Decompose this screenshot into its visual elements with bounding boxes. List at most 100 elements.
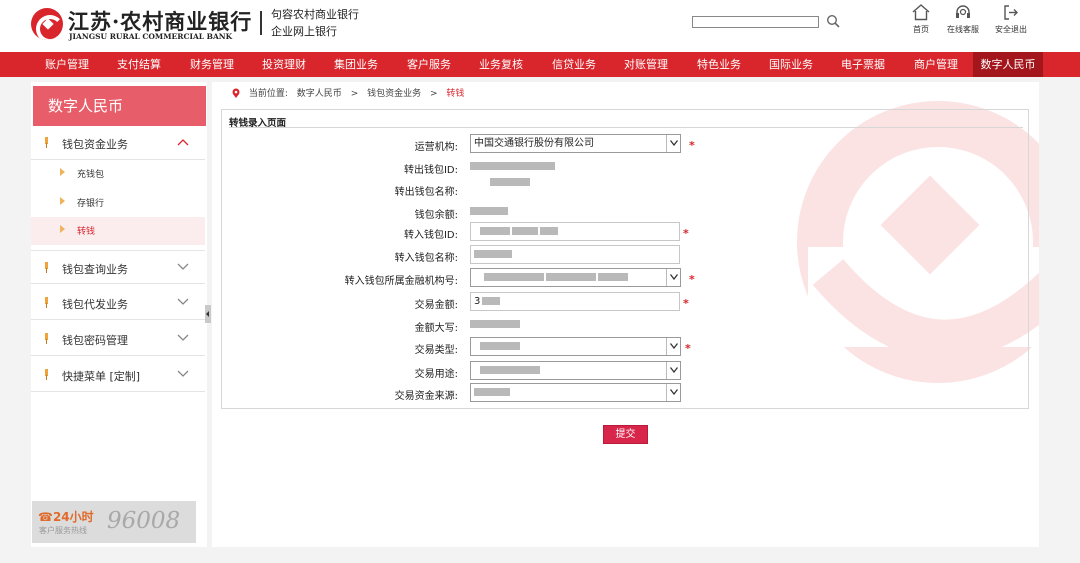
redacted-value xyxy=(474,388,510,396)
online-service-label: 在线客服 xyxy=(947,25,979,34)
sidebar-collapse-button[interactable] xyxy=(205,305,211,323)
org-select-value: 中国交通银行股份有限公司 xyxy=(474,138,594,149)
home-icon xyxy=(912,4,930,21)
nav-item-finance[interactable]: 财务管理 xyxy=(177,52,247,77)
amount-input[interactable]: 3 xyxy=(470,292,680,311)
sidebar-group-wallet-password[interactable]: 钱包密码管理 xyxy=(31,322,205,356)
nav-item-special[interactable]: 特色业务 xyxy=(684,52,754,77)
hotline-number: 96008 xyxy=(107,508,181,534)
form-row-out-name: 转出钱包名称: xyxy=(222,177,1030,201)
logout-icon xyxy=(1004,5,1018,20)
redacted-value xyxy=(598,273,628,281)
arrow-right-icon xyxy=(60,225,65,233)
form-row-in-name: 转入钱包名称: xyxy=(222,245,1030,267)
required-mark: * xyxy=(685,342,691,355)
chevron-down-icon xyxy=(666,338,680,355)
in-id-label: 转入钱包ID: xyxy=(403,230,458,241)
sidebar-item-label: 存银行 xyxy=(77,199,105,209)
form-row-purpose: 交易用途: xyxy=(222,361,1030,383)
form-row-in-org: 转入钱包所属金融机构号: * xyxy=(222,268,1030,290)
home-link[interactable]: 首页 xyxy=(898,4,944,35)
in-name-label: 转入钱包名称: xyxy=(394,253,458,264)
main-content: 当前位置: 数字人民币 > 钱包资金业务 > 转钱 转钱录入页面 运营机构: 中… xyxy=(212,82,1039,547)
sidebar-item-deposit-bank[interactable]: 存银行 xyxy=(31,189,205,217)
sidebar-item-label: 转钱 xyxy=(77,227,96,237)
sidebar-group-wallet-funds[interactable]: 钱包资金业务 xyxy=(31,126,205,160)
redacted-value xyxy=(490,178,530,186)
breadcrumb-item[interactable]: 钱包资金业务 xyxy=(367,89,421,99)
nav-item-account[interactable]: 账户管理 xyxy=(32,52,102,77)
balance-value xyxy=(470,206,510,217)
sidebar-group-wallet-query[interactable]: 钱包查询业务 xyxy=(31,250,205,284)
pin-icon xyxy=(45,297,48,308)
balance-label: 钱包余额: xyxy=(414,210,458,221)
breadcrumb-item[interactable]: 数字人民币 xyxy=(297,89,342,99)
in-id-input[interactable] xyxy=(470,222,680,241)
nav-item-credit[interactable]: 信贷业务 xyxy=(539,52,609,77)
header: 江苏·农村商业银行 JIANGSU RURAL COMMERCIAL BANK … xyxy=(0,0,1080,52)
nav-item-reconcile[interactable]: 对账管理 xyxy=(611,52,681,77)
form-row-in-id: 转入钱包ID: * xyxy=(222,222,1030,244)
sidebar-title: 数字人民币 xyxy=(33,86,206,126)
nav-item-digital-rmb[interactable]: 数字人民币 xyxy=(973,52,1043,77)
form-row-amount-cn: 金额大写: xyxy=(222,315,1030,337)
redacted-value xyxy=(470,207,508,215)
pin-icon xyxy=(45,137,48,148)
hotline-24h: ☎24小时 xyxy=(38,510,94,524)
nav-item-review[interactable]: 业务复核 xyxy=(466,52,536,77)
main-nav: 账户管理 支付结算 财务管理 投资理财 集团业务 客户服务 业务复核 信贷业务 … xyxy=(0,52,1080,77)
nav-item-ebill[interactable]: 电子票据 xyxy=(828,52,898,77)
pin-icon xyxy=(45,262,48,273)
form-row-source: 交易资金来源: xyxy=(222,383,1030,405)
form-row-balance: 钱包余额: xyxy=(222,202,1030,224)
in-name-input[interactable] xyxy=(470,245,680,264)
redacted-value xyxy=(546,273,596,281)
sidebar-group-wallet-payroll[interactable]: 钱包代发业务 xyxy=(31,286,205,320)
bank-logo-icon xyxy=(31,8,63,40)
redacted-value xyxy=(482,297,501,305)
redacted-value xyxy=(470,320,520,328)
search-icon[interactable] xyxy=(826,14,840,28)
redacted-value xyxy=(480,227,510,235)
nav-item-merchant[interactable]: 商户管理 xyxy=(901,52,971,77)
nav-item-payment[interactable]: 支付结算 xyxy=(104,52,174,77)
purpose-select[interactable] xyxy=(470,361,681,380)
nav-item-investment[interactable]: 投资理财 xyxy=(249,52,319,77)
logout-link[interactable]: 安全退出 xyxy=(988,4,1034,35)
form-title-divider xyxy=(229,127,1023,128)
required-mark: * xyxy=(683,227,689,240)
out-id-label: 转出钱包ID: xyxy=(403,165,458,176)
hotline-subtitle: 客户服务热线 xyxy=(39,526,87,535)
type-select[interactable] xyxy=(470,337,681,356)
logo-divider xyxy=(260,11,262,35)
nav-item-group[interactable]: 集团业务 xyxy=(321,52,391,77)
bank-name-subtitle: 企业网上银行 xyxy=(271,25,337,38)
in-org-select[interactable] xyxy=(470,268,681,287)
out-name-label: 转出钱包名称: xyxy=(394,187,458,198)
submit-button[interactable]: 提交 xyxy=(603,425,648,444)
online-service-link[interactable]: 在线客服 xyxy=(940,4,986,35)
amount-cn-value xyxy=(470,319,522,330)
source-label: 交易资金来源: xyxy=(394,391,458,402)
nav-item-international[interactable]: 国际业务 xyxy=(756,52,826,77)
search-input[interactable] xyxy=(692,16,819,28)
required-mark: * xyxy=(689,273,695,286)
sidebar-item-transfer[interactable]: 转钱 xyxy=(31,217,205,245)
out-name-value xyxy=(490,177,532,188)
redacted-value xyxy=(470,162,555,170)
nav-item-customer[interactable]: 客户服务 xyxy=(394,52,464,77)
form-row-out-id: 转出钱包ID: xyxy=(222,157,1030,179)
headset-icon xyxy=(956,5,970,18)
sidebar-item-top-up[interactable]: 充钱包 xyxy=(31,160,205,188)
redacted-value xyxy=(540,227,558,235)
type-label: 交易类型: xyxy=(414,345,458,356)
source-select[interactable] xyxy=(470,383,681,402)
sidebar-group-quick-menu[interactable]: 快捷菜单 [定制] xyxy=(31,358,205,392)
bank-name: 句容农村商业银行 企业网上银行 xyxy=(271,6,359,40)
chevron-down-icon xyxy=(177,334,189,341)
breadcrumb-separator: > xyxy=(350,89,359,99)
amount-label: 交易金额: xyxy=(414,300,458,311)
chevron-down-icon xyxy=(666,269,680,286)
org-select[interactable]: 中国交通银行股份有限公司 xyxy=(470,134,681,153)
redacted-value xyxy=(480,366,540,374)
